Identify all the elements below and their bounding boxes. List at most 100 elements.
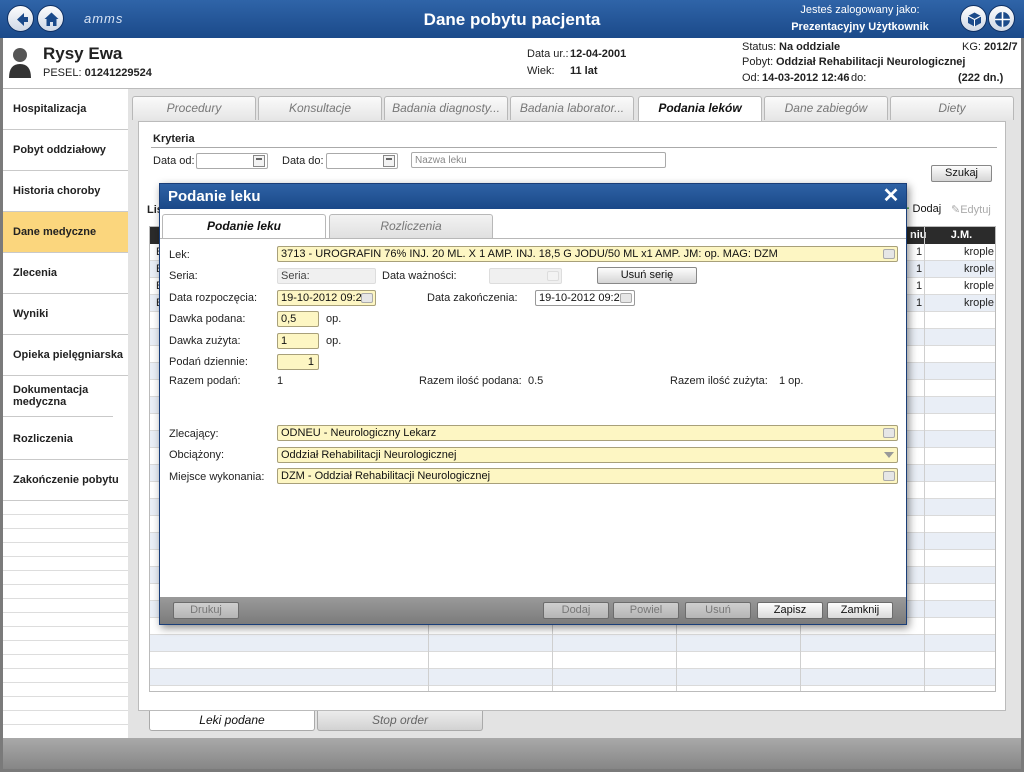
- charged-value: Oddział Rehabilitacji Neurologicznej: [281, 449, 457, 461]
- calendar-icon[interactable]: [547, 271, 559, 281]
- dialog-title-bar: Podanie leku ✕: [160, 184, 906, 209]
- dose-given-unit: op.: [326, 313, 342, 325]
- expiry-field[interactable]: [489, 268, 562, 284]
- logged-in-user: Prezentacyjny Użytkownik: [791, 21, 929, 33]
- drug-administration-dialog: Podanie leku ✕ Podanie leku Rozliczenia …: [159, 183, 907, 625]
- column-divider: [924, 227, 925, 691]
- tab-stop-order[interactable]: Stop order: [317, 711, 483, 731]
- total-given-label: Razem podań:: [169, 375, 241, 387]
- calendar-icon[interactable]: [383, 155, 395, 167]
- dose-used-label: Dawka zużyta:: [169, 335, 241, 347]
- drug-value: 3713 - UROGRAFIN 76% INJ. 20 ML. X 1 AMP…: [281, 248, 778, 260]
- expiry-label: Data ważności:: [382, 270, 457, 282]
- tab-badania-diagnostyczne[interactable]: Badania diagnosty...: [384, 96, 508, 120]
- table-row-empty: [150, 635, 995, 652]
- save-button[interactable]: Zapisz: [757, 602, 823, 619]
- ordering-field[interactable]: ODNEU - Neurologiczny Lekarz: [277, 425, 898, 441]
- series-label: Seria:: [169, 270, 198, 282]
- picker-icon[interactable]: [883, 471, 895, 481]
- tab-badania-laboratoryjne[interactable]: Badania laborator...: [510, 96, 634, 120]
- place-field[interactable]: DZM - Oddział Rehabilitacji Neurologiczn…: [277, 468, 898, 484]
- close-icon[interactable]: ✕: [881, 186, 901, 206]
- sidebar-item-zlecenia[interactable]: Zlecenia: [3, 253, 128, 294]
- ordering-label: Zlecający:: [169, 428, 219, 440]
- pesel-value: 01241229524: [84, 67, 152, 79]
- sidebar-item-opieka-pielegniarska[interactable]: Opieka pielęgniarska: [3, 335, 128, 376]
- dob-label: Data ur.:: [527, 48, 569, 60]
- pencil-icon: ✎: [951, 204, 961, 216]
- picker-icon[interactable]: [883, 428, 895, 438]
- calendar-icon[interactable]: [361, 293, 373, 303]
- drug-field[interactable]: 3713 - UROGRAFIN 76% INJ. 20 ML. X 1 AMP…: [277, 246, 898, 262]
- dialog-title: Podanie leku: [168, 188, 261, 205]
- sidebar-item-dokumentacja-medyczna[interactable]: Dokumentacja medyczna: [3, 376, 113, 417]
- tab-diety[interactable]: Diety: [890, 96, 1014, 120]
- delete-button[interactable]: Usuń: [685, 602, 751, 619]
- days-value: (222 dn.): [958, 72, 1004, 84]
- charged-select[interactable]: Oddział Rehabilitacji Neurologicznej: [277, 447, 898, 463]
- patient-avatar-icon: [9, 48, 31, 78]
- dose-used-field[interactable]: 1: [277, 333, 319, 349]
- date-to-input[interactable]: [326, 153, 398, 169]
- sidebar-empty-area: [3, 501, 128, 738]
- repeat-button[interactable]: Powiel: [613, 602, 679, 619]
- status-value: Na oddziale: [779, 41, 841, 53]
- dose-used-unit: op.: [326, 335, 342, 347]
- add-link[interactable]: + Dodaj: [903, 203, 941, 215]
- header-cell-unit[interactable]: J.M.: [926, 227, 995, 244]
- add-button[interactable]: Dodaj: [543, 602, 609, 619]
- menu-grid-button[interactable]: [988, 5, 1015, 32]
- end-date-label: Data zakończenia:: [427, 292, 518, 304]
- sidebar-item-rozliczenia[interactable]: Rozliczenia: [3, 419, 128, 460]
- total-used-label: Razem ilość zużyta:: [670, 375, 768, 387]
- dose-given-field[interactable]: 0,5: [277, 311, 319, 327]
- row-cell-qty: 1: [916, 297, 923, 309]
- kg-value: 2012/7: [984, 41, 1018, 53]
- date-to-label: Data do:: [282, 155, 324, 167]
- series-field[interactable]: Seria:: [277, 268, 376, 284]
- date-from-label: Data od:: [153, 155, 195, 167]
- add-label: Dodaj: [912, 203, 942, 215]
- grid-icon: [995, 12, 1010, 27]
- tab-dane-zabiegow[interactable]: Dane zabiegów: [764, 96, 888, 120]
- date-from-input[interactable]: [196, 153, 268, 169]
- edit-link[interactable]: ✎Edytuj: [951, 203, 991, 216]
- modules-button[interactable]: [960, 5, 987, 32]
- remove-series-button[interactable]: Usuń serię: [597, 267, 697, 284]
- criteria-divider: [151, 147, 997, 148]
- dropdown-arrow-icon[interactable]: [884, 452, 894, 458]
- tab-leki-podane[interactable]: Leki podane: [149, 711, 315, 731]
- place-value: DZM - Oddział Rehabilitacji Neurologiczn…: [281, 470, 491, 482]
- calendar-icon[interactable]: [253, 155, 265, 167]
- end-date-field[interactable]: 19-10-2012 09:25: [535, 290, 635, 306]
- dialog-tab-podanie-leku[interactable]: Podanie leku: [162, 214, 326, 239]
- sidebar-item-pobyt-oddzialowy[interactable]: Pobyt oddziałowy: [3, 130, 128, 171]
- patient-pesel: PESEL: 01241229524: [43, 67, 152, 79]
- picker-icon[interactable]: [883, 249, 895, 259]
- row-cell-qty: 1: [916, 263, 923, 275]
- row-cell-unit: krople: [964, 246, 994, 258]
- sidebar-item-hospitalizacja[interactable]: Hospitalizacja: [3, 89, 128, 130]
- tab-konsultacje[interactable]: Konsultacje: [258, 96, 382, 120]
- sidebar-item-zakonczenie-pobytu[interactable]: Zakończenie pobytu: [3, 460, 128, 501]
- end-date-value: 19-10-2012 09:25: [539, 292, 626, 304]
- tab-procedury[interactable]: Procedury: [132, 96, 256, 120]
- stay-value: Oddział Rehabilitacji Neurologicznej: [776, 56, 966, 68]
- charged-label: Obciążony:: [169, 449, 225, 461]
- start-date-field[interactable]: 19-10-2012 09:25: [277, 290, 376, 306]
- sidebar-item-dane-medyczne[interactable]: Dane medyczne: [3, 212, 128, 253]
- table-row-empty: [150, 652, 995, 669]
- start-date-value: 19-10-2012 09:25: [281, 292, 368, 304]
- search-button[interactable]: Szukaj: [931, 165, 992, 182]
- sidebar-item-wyniki[interactable]: Wyniki: [3, 294, 128, 335]
- dialog-tab-rozliczenia[interactable]: Rozliczenia: [329, 214, 493, 238]
- tab-podania-lekow[interactable]: Podania leków: [638, 96, 762, 121]
- drug-label: Lek:: [169, 249, 190, 261]
- calendar-icon[interactable]: [620, 293, 632, 303]
- close-button[interactable]: Zamknij: [827, 602, 893, 619]
- drug-name-input[interactable]: [411, 152, 666, 168]
- edit-label: Edytuj: [960, 204, 991, 216]
- print-button[interactable]: Drukuj: [173, 602, 239, 619]
- sidebar-item-historia-choroby[interactable]: Historia choroby: [3, 171, 128, 212]
- daily-field[interactable]: 1: [277, 354, 319, 370]
